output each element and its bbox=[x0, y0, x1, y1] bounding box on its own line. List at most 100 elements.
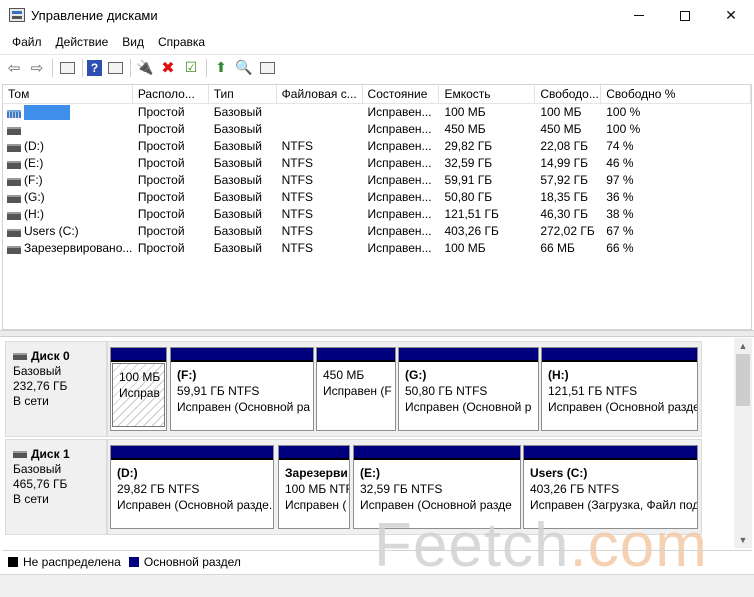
column-header-free-percent[interactable]: Свободно % bbox=[601, 85, 752, 103]
partition-block[interactable]: (H:) 121,51 ГБ NTFS Исправен (Основной р… bbox=[541, 347, 698, 431]
volume-filesystem: NTFS bbox=[281, 173, 313, 187]
table-row[interactable]: (D:) Простой Базовый NTFS Исправен... 29… bbox=[3, 138, 751, 155]
help-icon[interactable]: ? bbox=[87, 59, 102, 76]
table-row[interactable]: Users (C:) Простой Базовый NTFS Исправен… bbox=[3, 223, 751, 240]
disk-label[interactable]: Диск 1 Базовый 465,76 ГБ В сети bbox=[5, 439, 107, 535]
forward-icon[interactable]: ⇨ bbox=[27, 58, 47, 78]
partition-block[interactable]: (F:) 59,91 ГБ NTFS Исправен (Основной ра bbox=[170, 347, 314, 431]
partition-block[interactable]: 450 МБ Исправен (F bbox=[316, 347, 396, 431]
minimize-button[interactable] bbox=[616, 0, 662, 31]
close-button[interactable]: ✕ bbox=[708, 0, 754, 31]
partition-block[interactable]: Users (C:) 403,26 ГБ NTFS Исправен (Загр… bbox=[523, 445, 698, 529]
volume-status: Исправен... bbox=[367, 207, 432, 221]
vertical-scrollbar[interactable]: ▲ ▼ bbox=[734, 338, 752, 548]
minimize-icon bbox=[634, 15, 644, 16]
column-header-capacity[interactable]: Емкость bbox=[439, 85, 536, 103]
partition-block[interactable]: (E:) 32,59 ГБ NTFS Исправен (Основной ра… bbox=[353, 445, 521, 529]
volume-icon bbox=[7, 194, 21, 203]
table-row[interactable]: (H:) Простой Базовый NTFS Исправен... 12… bbox=[3, 206, 751, 223]
volume-status: Исправен... bbox=[367, 224, 432, 238]
table-row[interactable]: (G:) Простой Базовый NTFS Исправен... 50… bbox=[3, 189, 751, 206]
partition-block[interactable]: (D:) 29,82 ГБ NTFS Исправен (Основной ра… bbox=[110, 445, 274, 529]
search-folder-icon[interactable]: 🔍 bbox=[234, 58, 254, 78]
volume-icon bbox=[7, 228, 21, 237]
column-header-type[interactable]: Тип bbox=[209, 85, 277, 103]
volume-status: Исправен... bbox=[367, 122, 432, 136]
pane-splitter[interactable] bbox=[0, 330, 754, 337]
maximize-icon bbox=[680, 10, 690, 21]
up-folder-icon[interactable]: ⬆ bbox=[211, 58, 231, 78]
column-header-volume[interactable]: Том bbox=[3, 85, 133, 103]
partition-color-band bbox=[354, 446, 520, 460]
partition-name: Зарезерви bbox=[285, 466, 348, 480]
connect-disk-icon[interactable]: 🔌 bbox=[135, 58, 155, 78]
volume-capacity: 59,91 ГБ bbox=[444, 173, 493, 187]
volume-free-space: 57,92 ГБ bbox=[540, 173, 589, 187]
delete-icon[interactable]: ✖ bbox=[158, 58, 178, 78]
volume-free-space: 14,99 ГБ bbox=[540, 156, 589, 170]
menu-view[interactable]: Вид bbox=[115, 35, 151, 49]
volume-layout: Простой bbox=[137, 173, 185, 187]
volume-status: Исправен... bbox=[367, 156, 432, 170]
volume-name: Users (C:) bbox=[24, 224, 79, 238]
volume-icon bbox=[7, 126, 21, 135]
volume-filesystem: NTFS bbox=[281, 241, 313, 255]
table-row[interactable]: Зарезервировано... Простой Базовый NTFS … bbox=[3, 240, 751, 257]
partition-block[interactable]: 100 МБ Исправ bbox=[110, 347, 167, 431]
column-header-layout[interactable]: Располо... bbox=[133, 85, 209, 103]
console-tree-icon[interactable] bbox=[57, 58, 77, 78]
toolbar: ⇦ ⇨ ? 🔌 ✖ ☑ ⬆ 🔍 bbox=[0, 54, 754, 80]
menu-help[interactable]: Справка bbox=[151, 35, 212, 49]
volume-free-percent: 38 % bbox=[606, 207, 634, 221]
volume-free-percent: 74 % bbox=[606, 139, 634, 153]
volume-capacity: 32,59 ГБ bbox=[444, 156, 493, 170]
volume-icon bbox=[7, 211, 21, 220]
partition-block[interactable]: (G:) 50,80 ГБ NTFS Исправен (Основной р bbox=[398, 347, 539, 431]
volume-layout: Простой bbox=[137, 105, 185, 119]
table-row[interactable]: (E:) Простой Базовый NTFS Исправен... 32… bbox=[3, 155, 751, 172]
unallocated-swatch bbox=[8, 556, 18, 567]
partition-size: 450 МБ bbox=[323, 368, 365, 382]
check-icon[interactable]: ☑ bbox=[181, 58, 201, 78]
maximize-button[interactable] bbox=[662, 0, 708, 31]
volume-list[interactable]: Том Располо... Тип Файловая с... Состоян… bbox=[2, 84, 752, 330]
volume-type: Базовый bbox=[213, 207, 262, 221]
menu-action[interactable]: Действие bbox=[49, 35, 116, 49]
toolbar-separator bbox=[82, 58, 83, 77]
selected-volume-name[interactable] bbox=[24, 105, 70, 120]
disk-title: Диск 1 bbox=[31, 447, 70, 461]
partition-color-band bbox=[317, 348, 395, 362]
partition-state: Исправен (Основной разде bbox=[360, 498, 512, 512]
scroll-up-icon[interactable]: ▲ bbox=[734, 338, 752, 354]
volume-icon bbox=[7, 160, 21, 169]
partition-name: (H:) bbox=[548, 368, 569, 382]
disk-label[interactable]: Диск 0 Базовый 232,76 ГБ В сети bbox=[5, 341, 107, 437]
window-title: Управление дисками bbox=[31, 8, 158, 23]
status-bar bbox=[0, 574, 754, 597]
volume-layout: Простой bbox=[137, 207, 185, 221]
table-row[interactable]: (F:) Простой Базовый NTFS Исправен... 59… bbox=[3, 172, 751, 189]
column-header-filesystem[interactable]: Файловая с... bbox=[277, 85, 363, 103]
volume-filesystem: NTFS bbox=[281, 156, 313, 170]
scroll-thumb[interactable] bbox=[736, 354, 750, 406]
settings-list-icon[interactable] bbox=[257, 58, 277, 78]
volume-icon bbox=[7, 109, 21, 118]
partition-color-band bbox=[111, 348, 166, 362]
column-header-status[interactable]: Состояние bbox=[363, 85, 440, 103]
close-icon: ✕ bbox=[725, 7, 737, 23]
menu-file[interactable]: Файл bbox=[5, 35, 49, 49]
volume-icon bbox=[7, 245, 21, 254]
partition-block[interactable]: Зарезерви 100 МБ NTFS Исправен ( bbox=[278, 445, 350, 529]
column-header-free-space[interactable]: Свободо... bbox=[535, 85, 602, 103]
partition-state: Исправен (Основной разде bbox=[548, 400, 697, 414]
title-bar: Управление дисками ✕ bbox=[0, 0, 754, 31]
back-icon[interactable]: ⇦ bbox=[4, 58, 24, 78]
properties-icon[interactable] bbox=[105, 58, 125, 78]
table-row[interactable]: Простой Базовый Исправен... 100 МБ 100 М… bbox=[3, 104, 751, 121]
volume-type: Базовый bbox=[213, 156, 262, 170]
volume-type: Базовый bbox=[213, 224, 262, 238]
table-row[interactable]: Простой Базовый Исправен... 450 МБ 450 М… bbox=[3, 121, 751, 138]
volume-name: (H:) bbox=[24, 207, 44, 221]
scroll-down-icon[interactable]: ▼ bbox=[734, 532, 752, 548]
volume-name: Зарезервировано... bbox=[24, 241, 133, 255]
